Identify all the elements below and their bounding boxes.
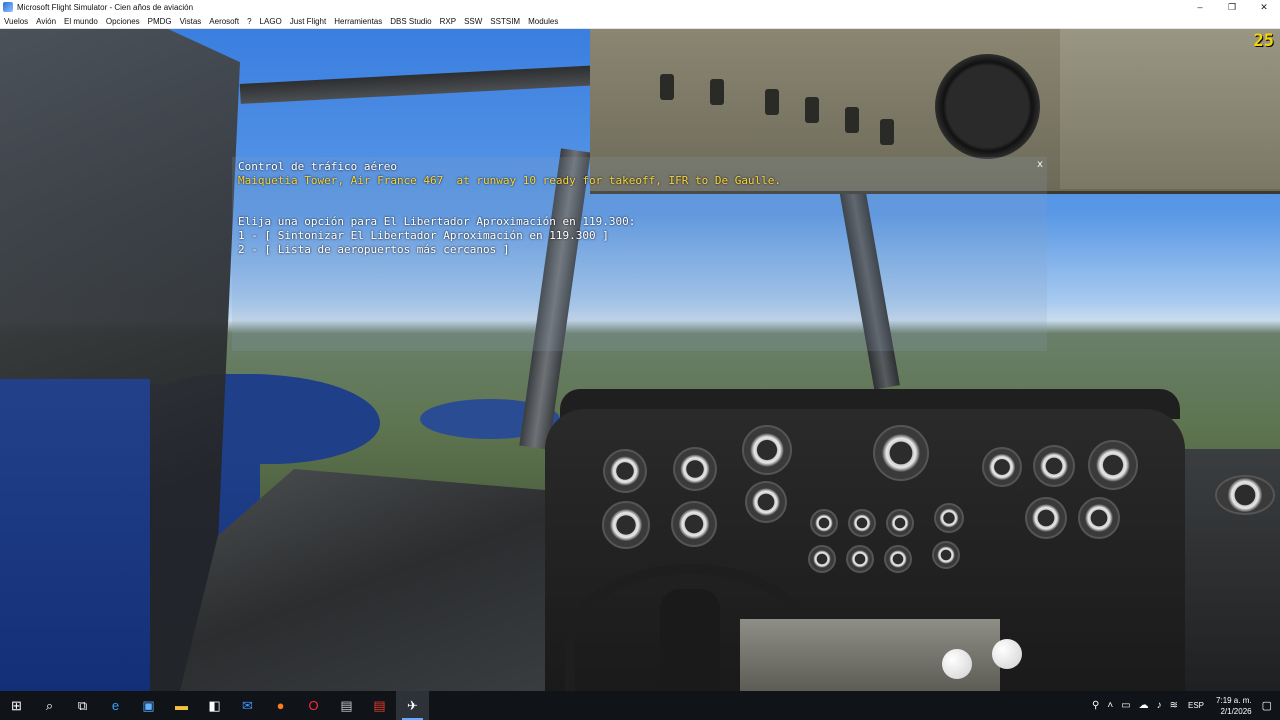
atc-close-button[interactable]: x: [1037, 159, 1043, 170]
atc-prompt: Elija una opción para El Libertador Apro…: [238, 215, 636, 228]
menu-lago[interactable]: LAGO: [260, 17, 282, 26]
vsi-gauge: [671, 501, 717, 547]
app-red-icon[interactable]: ▤: [363, 691, 396, 720]
menu-vuelos[interactable]: Vuelos: [4, 17, 28, 26]
menu-sstsim[interactable]: SSTSIM: [490, 17, 520, 26]
windows-start-icon[interactable]: ⊞: [0, 691, 33, 720]
overhead-switch[interactable]: [765, 89, 779, 115]
heading-gauge: [742, 425, 792, 475]
menu-opciones[interactable]: Opciones: [106, 17, 140, 26]
opera-icon[interactable]: O: [297, 691, 330, 720]
wifi-icon[interactable]: ≋: [1170, 700, 1178, 711]
throttle-knob[interactable]: [992, 639, 1022, 669]
flight-sim-icon[interactable]: ✈: [396, 691, 429, 720]
overhead-right-panel: [1060, 29, 1280, 189]
throttle-knob[interactable]: [942, 649, 972, 679]
volume-icon[interactable]: ♪: [1157, 700, 1162, 711]
menu-aerosoft[interactable]: Aerosoft: [209, 17, 239, 26]
attitude-gauge: [673, 447, 717, 491]
store-bag-icon[interactable]: ◧: [198, 691, 231, 720]
small-gauge: [846, 545, 874, 573]
yoke-column: [660, 589, 720, 691]
restore-button[interactable]: ❐: [1216, 0, 1248, 14]
clock-date: 2/1/2026: [1220, 706, 1252, 716]
network-icon[interactable]: ▭: [1121, 700, 1130, 711]
language-indicator[interactable]: ESP: [1188, 701, 1204, 710]
clock[interactable]: 7:19 a. m. 2/1/2026: [1216, 695, 1252, 717]
taskbar: ⊞ ⌕ ⧉ e ▣ ▬ ◧ ✉ ● O ▤ ▤ ✈ ⚲ ˄ ▭ ☁ ♪ ≋ ES…: [0, 691, 1280, 720]
airspeed-gauge: [603, 449, 647, 493]
firefox-icon[interactable]: ●: [264, 691, 297, 720]
menu-herramientas[interactable]: Herramientas: [334, 17, 382, 26]
menu-pmdg[interactable]: PMDG: [148, 17, 172, 26]
windshield-top-frame: [239, 64, 621, 104]
window-controls: – ❐ ✕: [1184, 0, 1280, 14]
edge-icon[interactable]: e: [99, 691, 132, 720]
rpm-gauge: [1078, 497, 1120, 539]
atc-option-1[interactable]: 1 - [ Sintonizar El Libertador Aproximac…: [238, 229, 1041, 243]
menu-rxp[interactable]: RXP: [440, 17, 456, 26]
menu-vistas[interactable]: Vistas: [180, 17, 202, 26]
overhead-switch[interactable]: [880, 119, 894, 145]
right-panel-gauge: [1215, 475, 1275, 515]
atc-header: Control de tráfico aéreo: [238, 160, 397, 173]
engine-gauge: [1033, 445, 1075, 487]
title-bar: Microsoft Flight Simulator - Cien años d…: [0, 0, 1280, 14]
notification-icon[interactable]: ▢: [1262, 699, 1272, 712]
atc-option-2[interactable]: 2 - [ Lista de aeropuertos más cercanos …: [238, 243, 1041, 257]
small-gauge: [886, 509, 914, 537]
menu-avion[interactable]: Avión: [36, 17, 56, 26]
atc-transmission: Maiquetia Tower, Air France 467 at runwa…: [238, 174, 782, 187]
search-icon[interactable]: ⌕: [33, 691, 66, 720]
small-gauge: [848, 509, 876, 537]
store-icon[interactable]: ▣: [132, 691, 165, 720]
menu-help[interactable]: ?: [247, 17, 251, 26]
system-tray: ⚲ ˄ ▭ ☁ ♪ ≋ ESP 7:19 a. m. 2/1/2026 ▢: [1088, 691, 1280, 720]
close-button[interactable]: ✕: [1248, 0, 1280, 14]
menu-ssw[interactable]: SSW: [464, 17, 482, 26]
side-window-view: [0, 379, 150, 691]
app-icon: [3, 2, 13, 12]
cloud-icon[interactable]: ☁: [1139, 700, 1149, 711]
window-title: Microsoft Flight Simulator - Cien años d…: [17, 2, 194, 12]
small-gauge: [808, 545, 836, 573]
overhead-switch[interactable]: [845, 107, 859, 133]
people-icon[interactable]: ⚲: [1092, 700, 1099, 711]
engine-gauge: [982, 447, 1022, 487]
small-gauge: [884, 545, 912, 573]
cockpit-view[interactable]: x Control de tráfico aéreo Maiquetia Tow…: [0, 29, 1280, 691]
minimize-button[interactable]: –: [1184, 0, 1216, 14]
menu-el-mundo[interactable]: El mundo: [64, 17, 98, 26]
atc-window: x Control de tráfico aéreo Maiquetia Tow…: [232, 157, 1047, 351]
engine-gauge: [1088, 440, 1138, 490]
small-gauge: [810, 509, 838, 537]
task-view-icon[interactable]: ⧉: [66, 691, 99, 720]
fps-counter: 25: [1253, 31, 1274, 51]
chevron-up-icon[interactable]: ˄: [1107, 700, 1113, 711]
file-explorer-icon[interactable]: ▬: [165, 691, 198, 720]
overhead-switch[interactable]: [805, 97, 819, 123]
overhead-switch[interactable]: [710, 79, 724, 105]
menu-modules[interactable]: Modules: [528, 17, 558, 26]
clock-time: 7:19 a. m.: [1216, 695, 1252, 705]
small-gauge: [934, 503, 964, 533]
mail-icon[interactable]: ✉: [231, 691, 264, 720]
small-gauge: [932, 541, 960, 569]
menu-bar: Vuelos Avión El mundo Opciones PMDG Vist…: [0, 14, 1280, 29]
horizon-gauge: [873, 425, 929, 481]
altimeter-gauge: [602, 501, 650, 549]
app-icon[interactable]: ▤: [330, 691, 363, 720]
overhead-switch[interactable]: [660, 74, 674, 100]
manifold-gauge: [1025, 497, 1067, 539]
fuel-selector-dial[interactable]: [935, 54, 1040, 159]
menu-just-flight[interactable]: Just Flight: [290, 17, 326, 26]
menu-dbs-studio[interactable]: DBS Studio: [390, 17, 431, 26]
turn-gauge: [745, 481, 787, 523]
